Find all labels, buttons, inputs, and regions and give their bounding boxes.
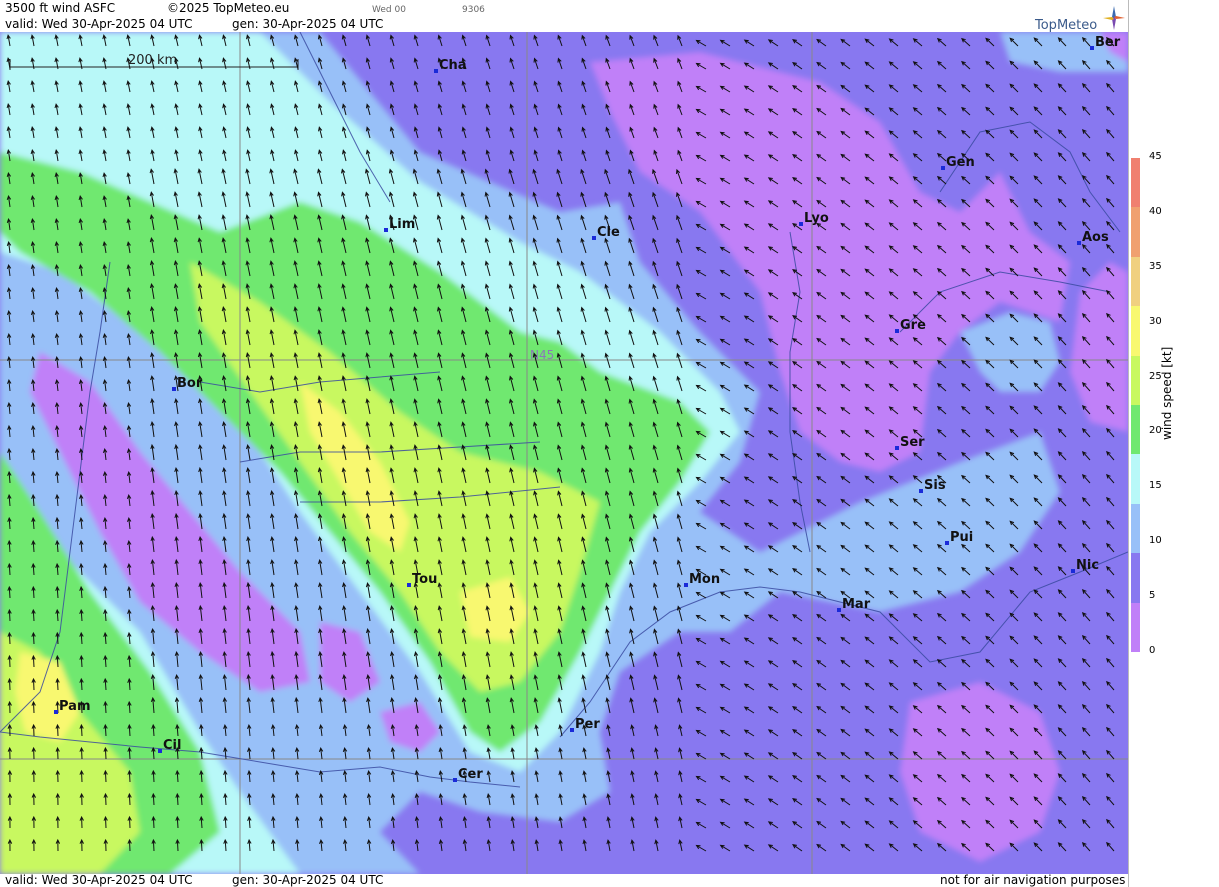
city-marker (895, 329, 899, 333)
city-label-cer: Cer (458, 767, 483, 782)
wind-field: 200 km N45 ChaLimCleLyoGenBerAosGreBorSe… (0, 32, 1128, 874)
city-marker (434, 69, 438, 73)
colorbar-tick-label: 40 (1149, 205, 1162, 217)
city-label-cil: Cil (163, 738, 181, 753)
city-label-bor: Bor (177, 376, 203, 391)
colorbar-tick-label: 45 (1149, 151, 1162, 162)
legend-title: wind speed [kt] (1160, 346, 1174, 440)
gen-time: gen: 30-Apr-2025 04 UTC (232, 17, 384, 31)
city-marker (570, 728, 574, 732)
city-marker (384, 228, 388, 232)
copyright: ©2025 TopMeteo.eu (167, 1, 290, 15)
map-header: 3500 ft wind ASFC ©2025 TopMeteo.eu Wed … (0, 0, 1128, 32)
city-label-pam: Pam (59, 699, 91, 714)
colorbar (1131, 158, 1140, 652)
legend-panel (1128, 0, 1219, 887)
city-marker (592, 236, 596, 240)
valid-time: valid: Wed 30-Apr-2025 04 UTC (5, 17, 193, 31)
city-label-lyo: Lyo (804, 211, 829, 226)
city-label-pui: Pui (950, 530, 973, 545)
city-marker (407, 583, 411, 587)
colorbar-tick-label: 5 (1149, 590, 1156, 602)
compass-star-icon (1103, 6, 1125, 30)
colorbar-segment (1131, 454, 1140, 504)
disclaimer: not for air navigation purposes (940, 873, 1126, 887)
colorbar-segment (1131, 306, 1140, 356)
colorbar-tick-label: 35 (1149, 260, 1162, 272)
city-label-lim: Lim (389, 217, 415, 232)
city-label-tou: Tou (412, 572, 437, 587)
colorbar-tick-label: 10 (1149, 535, 1162, 547)
city-label-cha: Cha (439, 58, 467, 73)
colorbar-segment (1131, 602, 1140, 652)
run-label: Wed 00 (372, 5, 406, 15)
footer-valid: valid: Wed 30-Apr-2025 04 UTC (5, 873, 193, 887)
city-marker (895, 446, 899, 450)
topmeteo-logo: TopMeteo (1033, 6, 1128, 33)
city-marker (799, 222, 803, 226)
colorbar-segment (1131, 404, 1140, 455)
city-marker (837, 608, 841, 612)
city-marker (1077, 241, 1081, 245)
city-label-mar: Mar (842, 597, 871, 612)
colorbar-tick-label: 30 (1149, 315, 1162, 327)
city-label-cle: Cle (597, 225, 620, 240)
city-label-gen: Gen (946, 155, 975, 170)
colorbar-segment (1131, 503, 1140, 554)
colorbar-segment (1131, 207, 1140, 257)
city-label-nic: Nic (1076, 558, 1099, 573)
map-footer: valid: Wed 30-Apr-2025 04 UTC gen: 30-Ap… (0, 874, 1128, 887)
wind-map[interactable]: 200 km N45 Cha Lim Cle Lyo Gen Ber Aos Gre Bor Se… (0, 32, 1128, 874)
city-marker (941, 166, 945, 170)
city-marker (54, 710, 58, 714)
logo-text: TopMeteo (1035, 18, 1098, 33)
city-marker (158, 749, 162, 753)
colorbar-segment (1131, 553, 1140, 603)
colorbar-tick-label: 0 (1149, 645, 1156, 656)
city-label-ser: Ser (900, 435, 925, 450)
footer-gen: gen: 30-Apr-2025 04 UTC (232, 873, 384, 887)
city-label-aos: Aos (1082, 230, 1109, 245)
colorbar-segment (1131, 158, 1140, 208)
city-label-ber: Ber (1095, 35, 1121, 50)
product-title: 3500 ft wind ASFC (5, 1, 116, 15)
city-marker (945, 541, 949, 545)
city-marker (684, 583, 688, 587)
city-marker (172, 387, 176, 391)
code-label: 9306 (462, 5, 485, 15)
city-label-sis: Sis (924, 478, 946, 493)
colorbar-segment (1131, 355, 1140, 405)
city-label-mon: Mon (689, 572, 720, 587)
city-marker (1071, 569, 1075, 573)
city-marker (453, 778, 457, 782)
city-marker (1090, 46, 1094, 50)
colorbar-segment (1131, 256, 1140, 307)
city-label-gre: Gre (900, 318, 926, 333)
colorbar-tick-label: 15 (1149, 480, 1162, 492)
city-marker (919, 489, 923, 493)
city-label-per: Per (575, 717, 600, 732)
